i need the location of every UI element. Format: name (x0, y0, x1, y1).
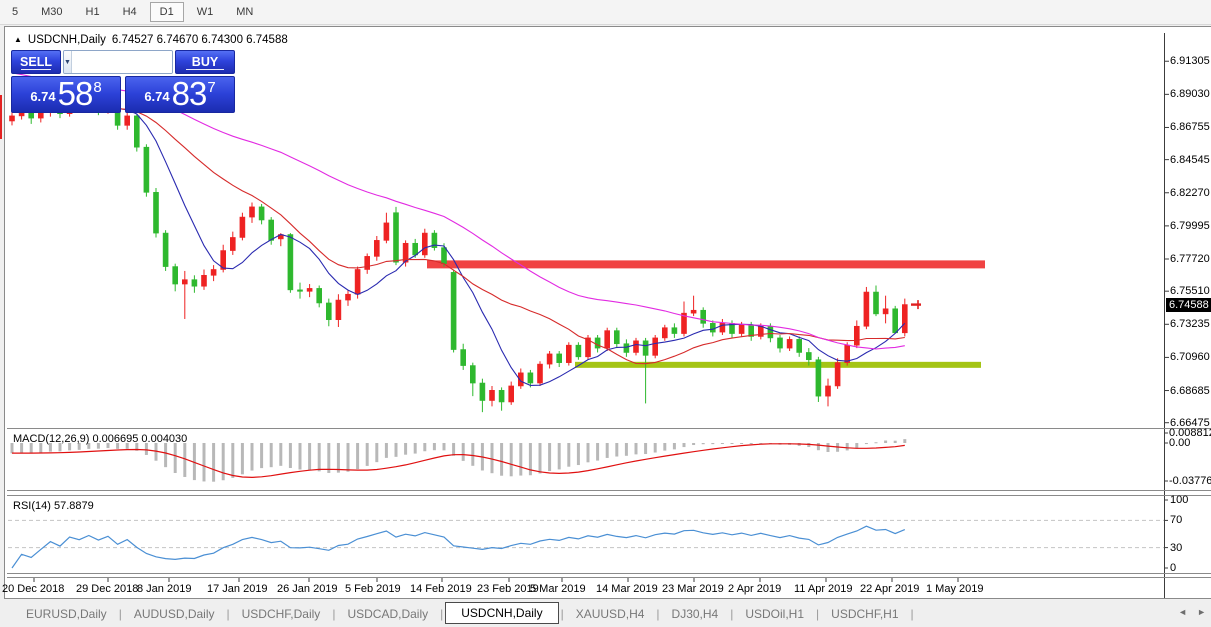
tab-eurusd-daily[interactable]: EURUSD,Daily (16, 604, 117, 624)
tab-separator: | (119, 607, 122, 621)
tab-dj30-h4[interactable]: DJ30,H4 (662, 604, 729, 624)
tab-scroll-left-icon[interactable]: ◄ (1178, 607, 1187, 617)
macd-scale-label: -0.037765 (1169, 475, 1211, 487)
price-axis-label: 6.70960 (1170, 351, 1210, 363)
price-axis-label: 6.77720 (1170, 253, 1210, 265)
date-axis-label: 29 Dec 2018 (76, 583, 138, 595)
price-axis-label: 6.86755 (1170, 121, 1210, 133)
volume-control: ▼ ▲ (63, 50, 173, 74)
price-axis-label: 6.89030 (1170, 88, 1210, 100)
tab-separator: | (227, 607, 230, 621)
tab-usdchf-daily[interactable]: USDCHF,Daily (232, 604, 331, 624)
buy-button[interactable]: BUY (175, 50, 235, 74)
tab-scroll-controls: ◄ ► (1178, 607, 1206, 617)
price-axis-label: 6.73235 (1170, 318, 1210, 330)
tab-separator: | (656, 607, 659, 621)
sell-underline (21, 69, 52, 70)
tab-separator: | (911, 607, 914, 621)
ask-price-button[interactable]: 6.74 83 7 (125, 76, 235, 113)
rsi-scale-label: 70 (1170, 514, 1182, 526)
sell-button-label: SELL (20, 55, 52, 69)
date-axis-label: 17 Jan 2019 (207, 583, 268, 595)
price-axis-label: 6.91305 (1170, 55, 1210, 67)
rsi-indicator-label: RSI(14) 57.8879 (13, 500, 94, 512)
date-axis-label: 11 Apr 2019 (794, 583, 853, 595)
price-axis-label: 6.75510 (1170, 285, 1210, 297)
tab-separator: | (730, 607, 733, 621)
buy-underline (186, 69, 223, 70)
one-click-trade-panel: SELL ▼ ▲ BUY 6.74 58 8 6.74 83 7 (11, 50, 235, 113)
tab-separator: | (332, 607, 335, 621)
date-axis-label: 26 Jan 2019 (277, 583, 338, 595)
rsi-scale-label: 0 (1170, 562, 1176, 574)
date-axis-label: 2 Apr 2019 (728, 583, 781, 595)
date-axis-label: 23 Mar 2019 (662, 583, 724, 595)
rsi-scale-label: 30 (1170, 542, 1182, 554)
volume-decrease-button[interactable]: ▼ (64, 51, 72, 73)
price-axis-label: 6.68685 (1170, 385, 1210, 397)
date-axis-label: 22 Apr 2019 (860, 583, 919, 595)
date-axis-label: 1 May 2019 (926, 583, 983, 595)
symbol-title: USDCNH,Daily (28, 34, 106, 46)
ask-price-pip: 7 (207, 80, 215, 95)
tab-separator: | (561, 607, 564, 621)
bid-price-pip: 8 (93, 80, 101, 95)
rsi-scale-label: 100 (1170, 494, 1188, 506)
sell-button[interactable]: SELL (11, 50, 61, 74)
macd-scale-label: 0.00 (1169, 437, 1190, 449)
chart-header: ▲ USDCNH,Daily 6.74527 6.74670 6.74300 6… (14, 34, 288, 46)
chart-tab-bar: EURUSD,Daily|AUDUSD,Daily|USDCHF,Daily|U… (0, 600, 1211, 627)
date-axis-label: 14 Mar 2019 (596, 583, 658, 595)
tab-audusd-daily[interactable]: AUDUSD,Daily (124, 604, 225, 624)
ask-price-main: 83 (172, 77, 207, 110)
date-axis-label: 8 Jan 2019 (137, 583, 191, 595)
tab-usdoil-h1[interactable]: USDOil,H1 (735, 604, 814, 624)
ohlc-readout: 6.74527 6.74670 6.74300 6.74588 (112, 34, 288, 46)
current-price-badge: 6.74588 (1166, 298, 1211, 312)
macd-indicator-label: MACD(12,26,9) 0.006695 0.004030 (13, 433, 187, 445)
bid-price-main: 58 (58, 77, 93, 110)
tab-usdcnh-daily[interactable]: USDCNH,Daily (445, 602, 558, 624)
ask-price-prefix: 6.74 (144, 84, 169, 110)
price-axis-label: 6.79995 (1170, 220, 1210, 232)
bid-price-button[interactable]: 6.74 58 8 (11, 76, 121, 113)
date-axis-label: 14 Feb 2019 (410, 583, 472, 595)
price-axis-label: 6.84545 (1170, 154, 1210, 166)
tab-separator: | (816, 607, 819, 621)
collapse-panel-icon[interactable]: ▲ (14, 35, 22, 44)
bid-price-prefix: 6.74 (30, 84, 55, 110)
buy-button-label: BUY (192, 55, 218, 69)
date-axis-label: 5 Mar 2019 (530, 583, 586, 595)
mt4-terminal: { "toolbar": { "timeframes": [ {"label":… (0, 0, 1211, 627)
volume-input[interactable] (72, 51, 173, 73)
tab-usdcad-daily[interactable]: USDCAD,Daily (337, 604, 438, 624)
date-axis-label: 5 Feb 2019 (345, 583, 401, 595)
tab-scroll-right-icon[interactable]: ► (1197, 607, 1206, 617)
tab-usdchf-h1[interactable]: USDCHF,H1 (821, 604, 908, 624)
date-axis-label: 20 Dec 2018 (2, 583, 64, 595)
tab-xauusd-h4[interactable]: XAUUSD,H4 (566, 604, 655, 624)
price-axis-label: 6.82270 (1170, 187, 1210, 199)
tab-separator: | (440, 607, 443, 621)
